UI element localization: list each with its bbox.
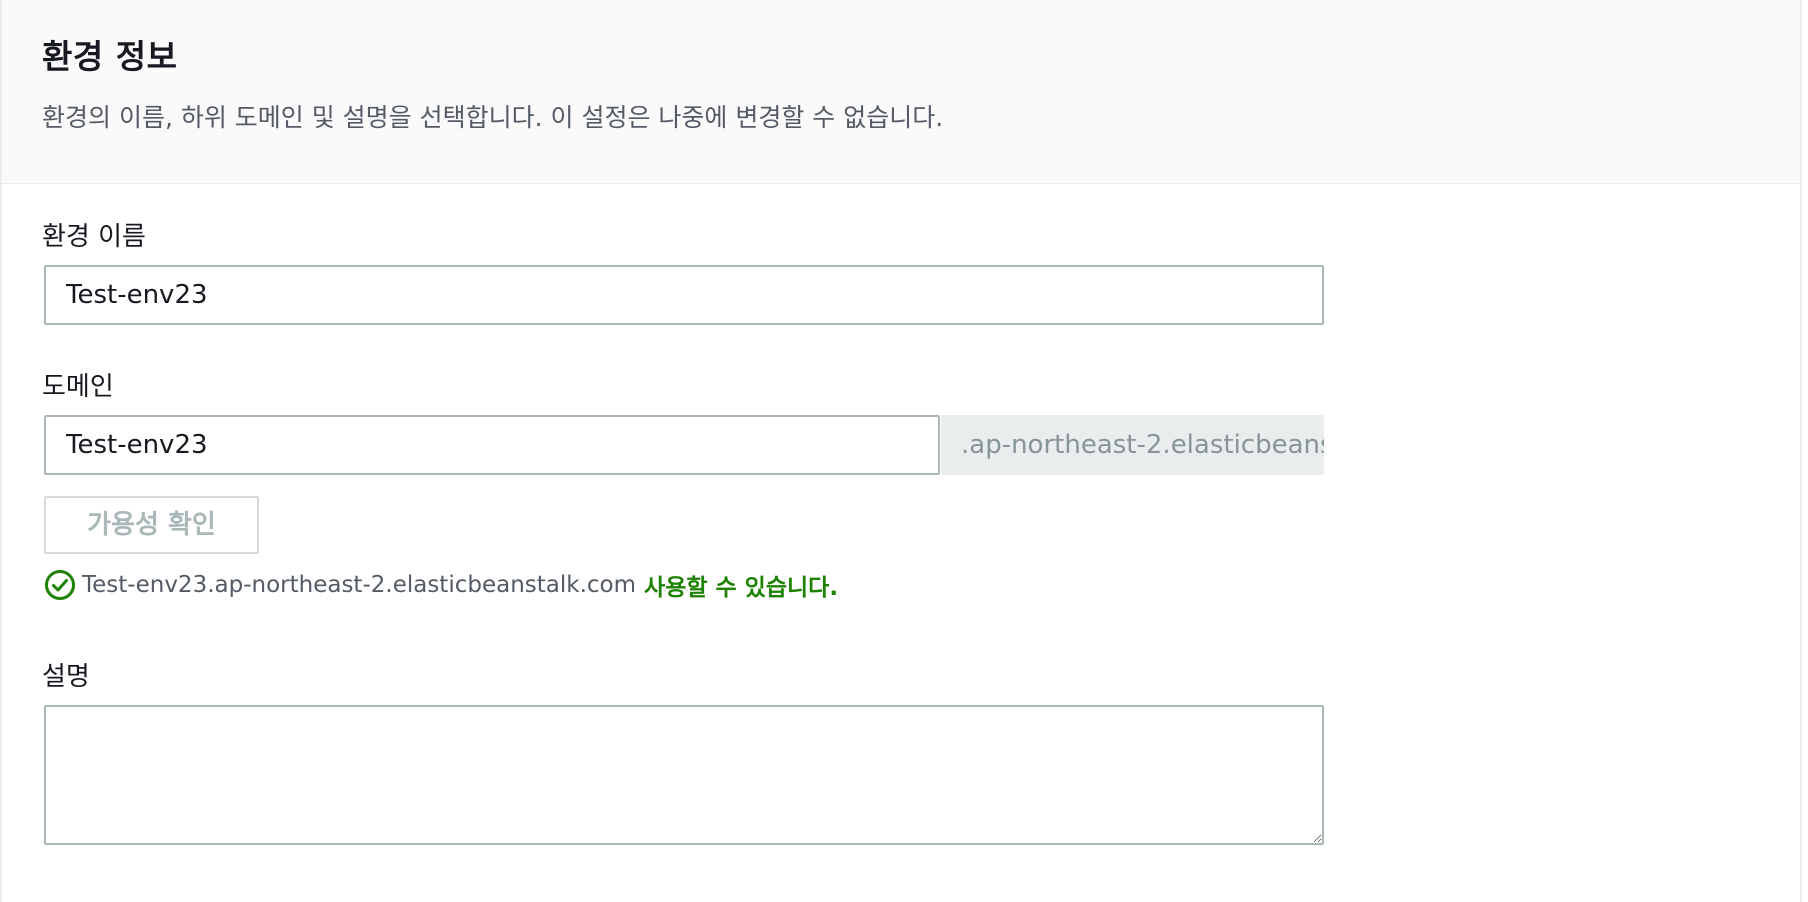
description-label: 설명	[42, 662, 90, 692]
panel-header: 환경 정보 환경의 이름, 하위 도메인 및 설명을 선택합니다. 이 설정은 …	[2, 0, 1800, 184]
status-available-text: 사용할 수 있습니다.	[644, 575, 839, 601]
check-availability-button[interactable]: 가용성 확인	[44, 496, 259, 554]
status-domain-text: Test-env23.ap-northeast-2.elasticbeansta…	[82, 572, 637, 598]
check-circle-icon	[44, 569, 76, 601]
environment-info-panel: 환경 정보 환경의 이름, 하위 도메인 및 설명을 선택합니다. 이 설정은 …	[0, 0, 1802, 902]
environment-name-input[interactable]	[44, 265, 1324, 325]
availability-status: Test-env23.ap-northeast-2.elasticbeansta…	[44, 568, 838, 602]
panel-description: 환경의 이름, 하위 도메인 및 설명을 선택합니다. 이 설정은 나중에 변경…	[42, 103, 944, 132]
panel-title: 환경 정보	[42, 37, 178, 76]
domain-label: 도메인	[42, 372, 114, 402]
domain-input[interactable]	[44, 415, 940, 475]
domain-suffix: .ap-northeast-2.elasticbeanstalk.com	[941, 415, 1324, 475]
environment-name-label: 환경 이름	[42, 222, 146, 252]
description-textarea[interactable]	[44, 705, 1324, 845]
